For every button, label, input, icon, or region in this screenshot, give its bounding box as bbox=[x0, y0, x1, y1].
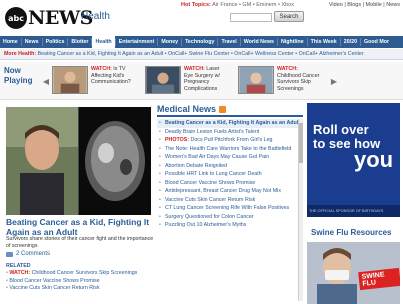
related-link[interactable]: Blood Cancer Vaccine Shows Promise bbox=[9, 278, 99, 284]
medical-news-link[interactable]: Antidepressant, Breast Cancer Drug May N… bbox=[165, 188, 281, 194]
next-arrow-icon[interactable]: ▶ bbox=[330, 76, 338, 88]
hot-topics-label: Hot Topics: bbox=[181, 2, 211, 8]
ad-headline-3: you bbox=[354, 147, 394, 172]
medical-news-link[interactable]: The Note: Health Care Warriors Take to t… bbox=[165, 146, 291, 152]
medical-news-item[interactable]: Antidepressant, Breast Cancer Drug May N… bbox=[157, 187, 303, 196]
more-health-bar: More Health: Beating Cancer as a Kid, Fi… bbox=[0, 49, 403, 60]
related-link[interactable]: Childhood Cancer Survivors Skip Screenin… bbox=[32, 270, 138, 276]
video-thumbnail[interactable] bbox=[145, 66, 181, 94]
more-health-links[interactable]: Beating Cancer as a Kid, Fighting It Aga… bbox=[38, 51, 364, 57]
related-label: RELATED bbox=[6, 263, 31, 269]
hot-topics: Hot Topics: Air France • GM • Eminem • X… bbox=[181, 2, 294, 8]
scrollbar-thumb[interactable] bbox=[299, 123, 303, 163]
medical-news-link[interactable]: Beating Cancer as a Kid, Fighting It Aga… bbox=[165, 120, 300, 126]
rss-icon[interactable] bbox=[219, 105, 227, 113]
medical-news-link[interactable]: Vaccine Cuts Skin Cancer Return Risk bbox=[165, 197, 255, 203]
watch-tag: WATCH: bbox=[91, 66, 112, 72]
now-playing-strip: Now Playing ◀ WATCH: Is TV Affecting Kid… bbox=[0, 62, 403, 100]
swine-flu-image[interactable]: SWINE FLU bbox=[307, 242, 400, 304]
ad-headline-1: Roll over bbox=[313, 122, 369, 137]
nav-item-this-week[interactable]: This Week bbox=[308, 36, 340, 48]
watch-tag: WATCH: bbox=[9, 270, 31, 276]
related-list: WATCH: Childhood Cancer Survivors Skip S… bbox=[6, 270, 137, 293]
related-item[interactable]: Vaccine Cuts Skin Cancer Return Risk bbox=[6, 285, 137, 293]
more-health-label: More Health: bbox=[4, 51, 37, 57]
nav-item-world-news[interactable]: World News bbox=[241, 36, 277, 48]
video-thumbnail[interactable] bbox=[238, 66, 274, 94]
nav-item-travel[interactable]: Travel bbox=[218, 36, 239, 48]
medical-news-link[interactable]: Abortion Debate Reignited bbox=[165, 163, 227, 169]
search-button[interactable]: Search bbox=[274, 11, 304, 22]
medical-news-item[interactable]: PHOTOS: Docs Pull Pitchfork From Girl's … bbox=[157, 136, 303, 145]
medical-news-link[interactable]: Puzzling Out 10 Alzheimer's Myths bbox=[165, 222, 246, 228]
abc-logo-badge: abc bbox=[5, 7, 27, 29]
medical-news-link[interactable]: Possible HRT Link to Lung Cancer Death bbox=[165, 171, 262, 177]
nav-item-nightline[interactable]: Nightline bbox=[278, 36, 307, 48]
feature-summary: Survivors share stories of their cancer … bbox=[6, 236, 154, 249]
medical-news-item[interactable]: CT Lung Cancer Screening Rife With False… bbox=[157, 204, 303, 213]
medical-news-panel: Medical News Beating Cancer as a Kid, Fi… bbox=[157, 103, 303, 304]
related-item[interactable]: Blood Cancer Vaccine Shows Promise bbox=[6, 278, 137, 286]
medical-news-scrollbar[interactable] bbox=[298, 119, 303, 301]
medical-news-item[interactable]: Women's Bad Air Days May Cause Gut Pain bbox=[157, 153, 303, 162]
comment-icon bbox=[6, 251, 13, 257]
medical-news-item[interactable]: Possible HRT Link to Lung Cancer Death bbox=[157, 170, 303, 179]
medical-news-item[interactable]: Vaccine Cuts Skin Cancer Return Risk bbox=[157, 196, 303, 205]
related-link[interactable]: Vaccine Cuts Skin Cancer Return Risk bbox=[9, 285, 99, 291]
medical-news-item[interactable]: The Note: Health Care Warriors Take to t… bbox=[157, 145, 303, 154]
nav-item-entertainment[interactable]: Entertainment bbox=[116, 36, 158, 48]
advertisement[interactable]: Roll over to see how you THE OFFICIAL SP… bbox=[307, 103, 400, 217]
utility-links[interactable]: Video | Blogs | Mobile | News bbox=[329, 2, 400, 8]
medical-news-item[interactable]: Abortion Debate Reignited bbox=[157, 162, 303, 171]
hot-topics-links[interactable]: Air France • GM • Eminem • Xbox bbox=[212, 2, 294, 8]
medical-news-title[interactable]: Medical News bbox=[157, 103, 216, 115]
now-playing-title[interactable]: Childhood Cancer Survivors Skip Screenin… bbox=[277, 73, 319, 92]
nav-item-good-mor[interactable]: Good Mor bbox=[361, 36, 392, 48]
medical-news-item[interactable]: Beating Cancer as a Kid, Fighting It Aga… bbox=[157, 119, 303, 128]
medical-news-link[interactable]: Blood Cancer Vaccine Shows Promise bbox=[165, 180, 255, 186]
now-playing-label: Now Playing bbox=[4, 66, 33, 85]
medical-news-list: Beating Cancer as a Kid, Fighting It Aga… bbox=[157, 119, 303, 230]
feature-headline[interactable]: Beating Cancer as a Kid, Fighting It Aga… bbox=[6, 217, 151, 237]
nav-item-technology[interactable]: Technology bbox=[182, 36, 217, 48]
medical-news-link[interactable]: Deadly Brain Lesion Fuels Artist's Talen… bbox=[165, 129, 259, 135]
watch-tag: WATCH: bbox=[277, 66, 298, 72]
nav-item-20-20[interactable]: 20/20 bbox=[341, 36, 360, 48]
photos-tag: PHOTOS: bbox=[165, 137, 190, 143]
now-playing-item[interactable]: WATCH: Childhood Cancer Survivors Skip S… bbox=[238, 66, 320, 96]
abc-news-logo[interactable]: abc NEWS bbox=[5, 6, 93, 30]
now-playing-item[interactable]: WATCH: Laser Eye Surgery w/ Pregnancy Co… bbox=[145, 66, 227, 96]
search-input[interactable] bbox=[230, 13, 272, 22]
medical-news-item[interactable]: Deadly Brain Lesion Fuels Artist's Talen… bbox=[157, 128, 303, 137]
nav-item-politics[interactable]: Politics bbox=[43, 36, 68, 48]
nav-item-blotter[interactable]: Blotter bbox=[68, 36, 91, 48]
watch-tag: WATCH: bbox=[184, 66, 205, 72]
medical-news-item[interactable]: Puzzling Out 10 Alzheimer's Myths bbox=[157, 221, 303, 230]
feature-photo[interactable] bbox=[6, 107, 151, 215]
medical-news-link[interactable]: Surgery Questioned for Colon Cancer bbox=[165, 214, 254, 220]
comments-count[interactable]: 2 Comments bbox=[16, 251, 50, 257]
medical-news-link[interactable]: CT Lung Cancer Screening Rife With False… bbox=[165, 205, 289, 211]
nav-item-home[interactable]: Home bbox=[0, 36, 21, 48]
main-nav: Home News Politics Blotter Health Entertainme… bbox=[0, 36, 403, 48]
video-thumbnail[interactable] bbox=[52, 66, 88, 94]
section-title[interactable]: Health bbox=[81, 11, 110, 22]
prev-arrow-icon[interactable]: ◀ bbox=[42, 76, 50, 88]
comments-link[interactable]: 2 Comments bbox=[6, 251, 50, 257]
nav-item-health[interactable]: Health bbox=[92, 36, 115, 48]
swine-flu-title[interactable]: Swine Flu Resources bbox=[311, 228, 391, 237]
medical-news-link[interactable]: Docs Pull Pitchfork From Girl's Leg bbox=[191, 137, 273, 143]
nav-item-money[interactable]: Money bbox=[158, 36, 181, 48]
medical-news-item[interactable]: Surgery Questioned for Colon Cancer bbox=[157, 213, 303, 222]
nav-item-news[interactable]: News bbox=[22, 36, 42, 48]
medical-news-link[interactable]: Women's Bad Air Days May Cause Gut Pain bbox=[165, 154, 269, 160]
feature-photo-image bbox=[6, 107, 151, 215]
medical-news-item[interactable]: Blood Cancer Vaccine Shows Promise bbox=[157, 179, 303, 188]
site-header: abc NEWS Health Hot Topics: Air France •… bbox=[0, 0, 403, 36]
now-playing-item[interactable]: WATCH: Is TV Affecting Kid's Communicati… bbox=[52, 66, 134, 96]
ad-footer: THE OFFICIAL SPONSOR OF BIRTHDAYS bbox=[307, 205, 400, 217]
related-item[interactable]: WATCH: Childhood Cancer Survivors Skip S… bbox=[6, 270, 137, 278]
